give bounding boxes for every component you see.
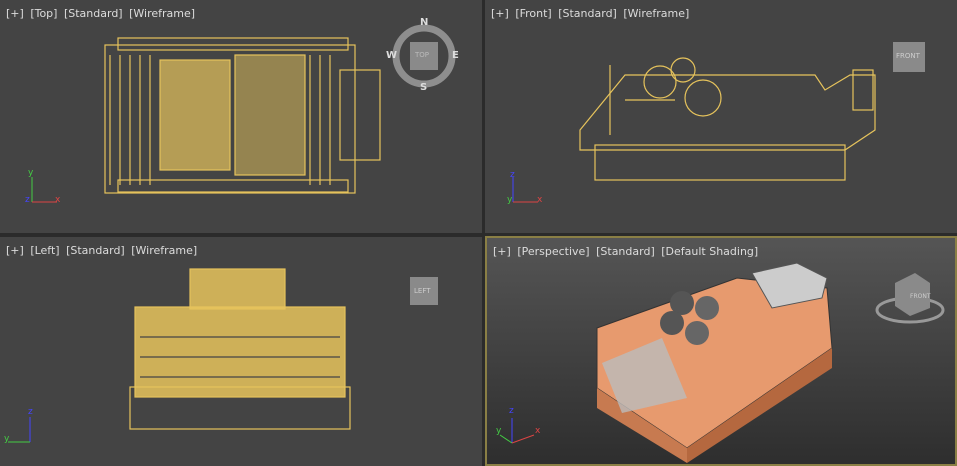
viewport-top[interactable]: [+] [Top] [Standard] [Wireframe] TOP N E… [0, 0, 482, 233]
axis-z-label: z [25, 195, 30, 205]
axis-x-label: x [537, 195, 543, 205]
viewport-front[interactable]: [+] [Front] [Standard] [Wireframe] FRONT… [485, 0, 957, 233]
axis-tripod-icon [8, 417, 31, 443]
axis-y-label: y [28, 168, 34, 178]
axis-x-label: x [55, 195, 61, 205]
axis-z-label: z [28, 407, 33, 417]
axis-x-label: x [535, 426, 541, 436]
viewport-left[interactable]: [+] [Left] [Standard] [Wireframe] LEFT z… [0, 237, 482, 466]
axis-tripod-icon [31, 177, 57, 203]
axis-z-label: z [510, 170, 515, 180]
axis-tripod-icon [512, 177, 538, 203]
viewport-perspective[interactable]: [+] [Perspective] [Standard] [Default Sh… [485, 236, 957, 466]
axis-z-label: z [509, 406, 514, 416]
axis-y-label: y [4, 434, 10, 444]
axis-tripod-icon [499, 418, 535, 444]
axis-y-label: y [496, 426, 502, 436]
axis-y-label: y [507, 195, 513, 205]
